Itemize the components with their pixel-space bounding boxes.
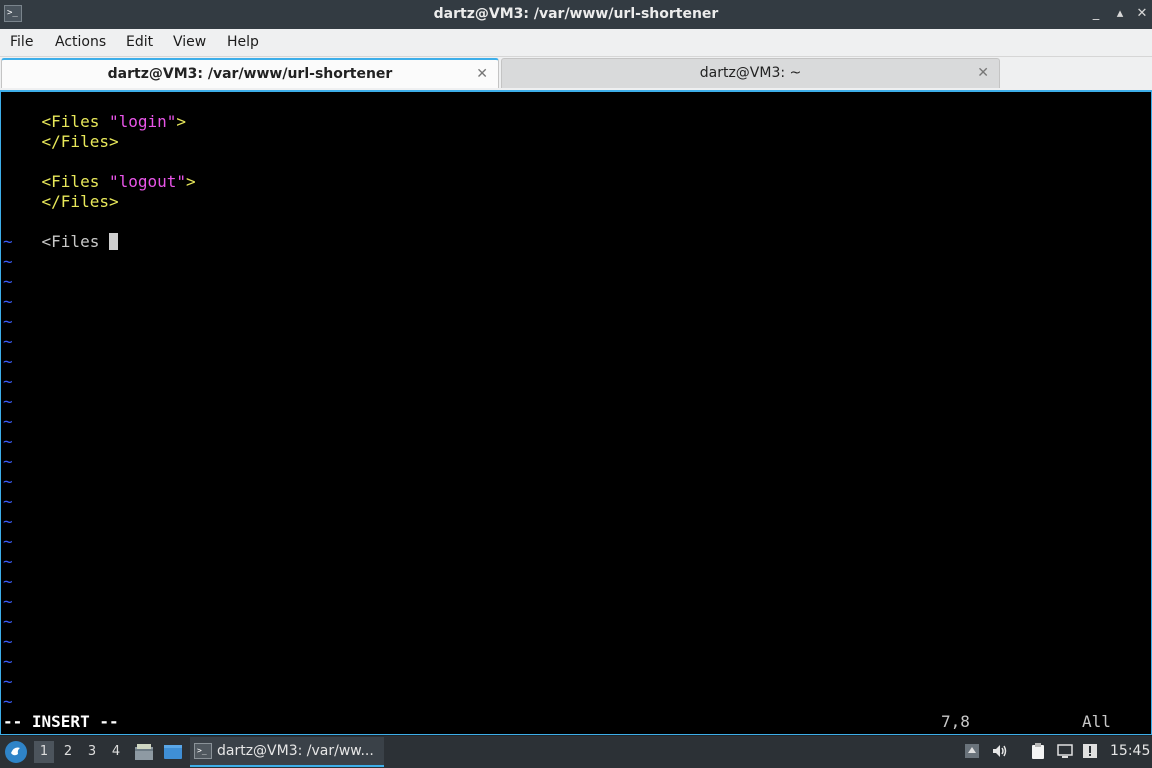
- window-titlebar[interactable]: >_ dartz@VM3: /var/www/url-shortener _ ▴…: [0, 0, 1152, 29]
- tilde-marker: ~: [3, 672, 13, 691]
- tilde-marker: ~: [3, 492, 13, 511]
- tilde-marker: ~: [3, 572, 13, 591]
- tilde-marker: ~: [3, 292, 13, 311]
- tilde-marker: ~: [3, 312, 13, 331]
- workspace-2[interactable]: 2: [58, 741, 78, 763]
- menu-bar: File Actions Edit View Help: [0, 29, 1152, 57]
- vim-mode-indicator: -- INSERT --: [3, 712, 119, 731]
- taskbar-terminal-task[interactable]: >_ dartz@VM3: /var/ww...: [190, 737, 384, 767]
- tab-url-shortener[interactable]: dartz@VM3: /var/www/url-shortener ✕: [1, 58, 499, 88]
- tilde-marker: ~: [3, 552, 13, 571]
- editor-line: <Files "login">: [41, 112, 187, 131]
- tab-home[interactable]: dartz@VM3: ~ ✕: [501, 58, 1000, 88]
- menu-help[interactable]: Help: [227, 34, 259, 50]
- tilde-marker: ~: [3, 692, 13, 711]
- workspace-1[interactable]: 1: [34, 741, 54, 763]
- maximize-icon[interactable]: ▴: [1111, 5, 1129, 23]
- tilde-marker: ~: [3, 412, 13, 431]
- task-label: dartz@VM3: /var/ww...: [217, 743, 374, 759]
- editor-line: <Files: [3, 212, 118, 251]
- tab-label: dartz@VM3: /var/www/url-shortener: [107, 66, 393, 82]
- terminal-icon: >_: [194, 743, 212, 759]
- taskbar-clock: 15:45: [1110, 743, 1151, 759]
- tilde-marker: ~: [3, 232, 13, 251]
- clipboard-icon[interactable]: [1028, 742, 1048, 762]
- menu-actions[interactable]: Actions: [55, 34, 106, 50]
- taskbar: 1 2 3 4 >_ dartz@VM3: /var/ww... 15:45: [0, 736, 1152, 768]
- file-manager-icon[interactable]: [134, 742, 154, 762]
- show-desktop-icon[interactable]: [163, 742, 183, 762]
- network-icon[interactable]: [1055, 742, 1075, 762]
- minimize-icon[interactable]: _: [1087, 5, 1105, 23]
- workspace-4[interactable]: 4: [106, 741, 126, 763]
- tilde-marker: ~: [3, 532, 13, 551]
- cursor-position: 7,8: [941, 712, 970, 731]
- tilde-marker: ~: [3, 392, 13, 411]
- tab-close-icon[interactable]: ✕: [977, 59, 989, 87]
- tilde-marker: ~: [3, 432, 13, 451]
- workspace-3[interactable]: 3: [82, 741, 102, 763]
- editor-line: </Files>: [41, 192, 119, 211]
- update-notifier-icon[interactable]: [1080, 742, 1100, 762]
- menu-file[interactable]: File: [10, 34, 33, 50]
- close-icon[interactable]: ✕: [1133, 5, 1151, 23]
- terminal-view[interactable]: <Files "login"> </Files> <Files "logout"…: [0, 90, 1152, 735]
- menu-edit[interactable]: Edit: [126, 34, 153, 50]
- tilde-marker: ~: [3, 272, 13, 291]
- tray-arrow-icon[interactable]: [962, 742, 982, 762]
- window-title: dartz@VM3: /var/www/url-shortener: [433, 6, 719, 22]
- tilde-marker: ~: [3, 592, 13, 611]
- tilde-marker: ~: [3, 452, 13, 471]
- editor-line: </Files>: [41, 132, 119, 151]
- tilde-marker: ~: [3, 472, 13, 491]
- tilde-marker: ~: [3, 632, 13, 651]
- editor-line: <Files "logout">: [41, 172, 196, 191]
- tilde-marker: ~: [3, 512, 13, 531]
- tilde-marker: ~: [3, 352, 13, 371]
- tab-close-icon[interactable]: ✕: [476, 60, 488, 88]
- tab-bar: dartz@VM3: /var/www/url-shortener ✕ dart…: [0, 57, 1152, 90]
- tilde-marker: ~: [3, 612, 13, 631]
- text-cursor: [108, 233, 118, 250]
- tab-label: dartz@VM3: ~: [699, 65, 802, 81]
- tilde-marker: ~: [3, 252, 13, 271]
- menu-view[interactable]: View: [173, 34, 206, 50]
- start-menu-icon[interactable]: [5, 741, 27, 763]
- volume-icon[interactable]: [990, 742, 1010, 762]
- tilde-marker: ~: [3, 372, 13, 391]
- tilde-marker: ~: [3, 332, 13, 351]
- tilde-marker: ~: [3, 652, 13, 671]
- scroll-position: All: [1082, 712, 1111, 731]
